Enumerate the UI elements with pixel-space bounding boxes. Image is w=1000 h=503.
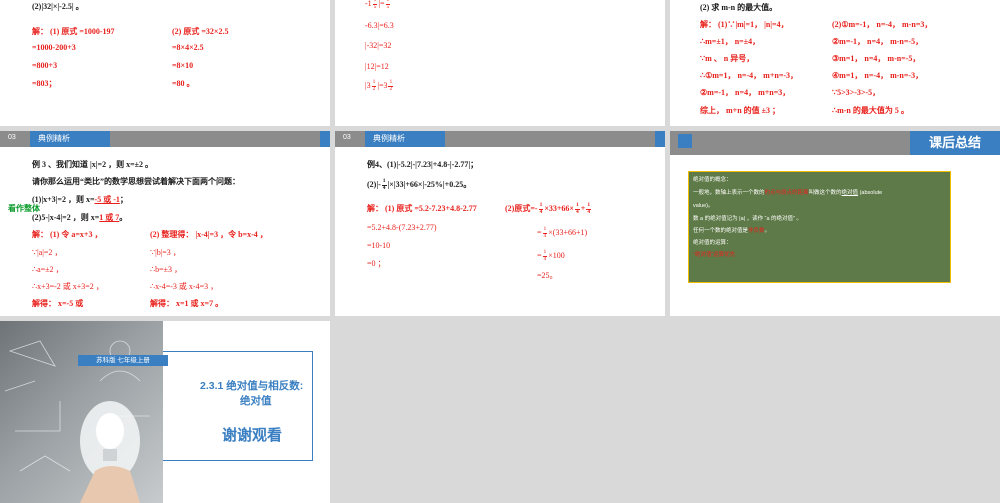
solution-line: = 1 4 ×100: [537, 249, 565, 262]
slide-3[interactable]: (2) 求 m-n 的最大值。 解： (1)∵|m|=1， |n|=4， ∴m=…: [670, 0, 1000, 126]
solution-line: 解： (1) 令 a=x+3 ，: [32, 230, 103, 239]
solution-line: ∵|a|=2 ，: [32, 248, 63, 257]
solution-line: 解： (1) 原式 =1000-197: [32, 27, 115, 36]
solution-line: =8×4×2.5: [172, 43, 204, 52]
solution-line: ∴m=±1， n=±4，: [700, 37, 761, 46]
slide-4[interactable]: 03 典例精析 例 3 、我们知道 |x|=2 ，则 x=±2 。 请你那么运用…: [0, 131, 330, 316]
solution-line: ∴a=±2 ，: [32, 265, 64, 274]
solution-line: =25。: [537, 271, 558, 280]
solution-line: =10-10: [367, 241, 391, 250]
solution-line: (2)原式=- 1 4 ×33+66× 1 4 +1 4: [505, 202, 592, 215]
solution-line: =800+3: [32, 61, 58, 70]
solution-line: ②m=-1， n=4， m+n=3，: [700, 88, 791, 97]
abs-line: -6.3|=6.3: [365, 21, 394, 30]
fraction-line: |3 1 2 |=3 1 2: [365, 79, 394, 92]
question-text: (2)|32|×|-2.5| 。: [32, 2, 84, 11]
summary-line: 数 a 的绝对值记为 |a| ，读作 “a 的绝对值” 。: [693, 216, 802, 222]
solution-line: (2)①m=-1， n=-4， m-n=3，: [832, 20, 933, 29]
lesson-subtitle: 绝对值: [240, 395, 272, 407]
solution-line: ③m=1， n=4， m-n=-5，: [832, 54, 921, 63]
example-text: (2)|- 1 4 |×|33|+66×|-25%|+0.25。: [367, 178, 472, 191]
solution-line: 解得： x=-5 或: [32, 299, 84, 308]
chalkboard-image: [0, 321, 163, 503]
example-text: 请你那么运用“类比”的数学思想尝试着解决下面两个问题：: [32, 177, 240, 186]
abs-line: |-32|=32: [365, 41, 392, 50]
formula-doodles: [4, 340, 150, 503]
solution-line: =8×10: [172, 61, 194, 70]
summary-line: 绝对值的概念：: [693, 177, 732, 183]
solution-line: =5.2+4.8-(7.23+2.77): [367, 223, 437, 232]
solution-line: (2) 原式 =32×2.5: [172, 27, 229, 36]
summary-line: 一般地，数轴上表示一个数的的点与原点的距离叫做这个数的绝对值 (absolute: [693, 190, 883, 196]
solution-line: ②m=-1， n=4， m-n=-5，: [832, 37, 924, 46]
thanks-text: 谢谢观看: [222, 427, 283, 444]
summary-line: “绝对值”运算优先: [693, 252, 736, 258]
solution-line: 解： (1) 原式 =5.2-7.23+4.8-2.77: [367, 204, 477, 213]
slide-6[interactable]: 课后总结 绝对值的概念： 一般地，数轴上表示一个数的的点与原点的距离叫做这个数的…: [670, 131, 1000, 316]
abs-line: |12|=12: [365, 62, 389, 71]
slide-header: 03 典例精析: [335, 131, 665, 147]
summary-box: 绝对值的概念： 一般地，数轴上表示一个数的的点与原点的距离叫做这个数的绝对值 (…: [688, 171, 951, 283]
publisher-label: 苏科版 七年级上册: [78, 355, 168, 366]
slide-header: 03 典例精析: [0, 131, 330, 147]
solution-line: ∵|b|=3 ，: [150, 248, 181, 257]
solution-line: =0 ；: [367, 259, 386, 268]
solution-line: =80 。: [172, 79, 195, 88]
lesson-title: 2.3.1 绝对值与相反数:: [200, 380, 304, 392]
example-text: 例 3 、我们知道 |x|=2 ，则 x=±2 。: [32, 160, 154, 169]
solution-line: ∴b=±3 ，: [150, 265, 182, 274]
section-number: 03: [8, 134, 16, 141]
solution-line: (2) 整理得： |x-4|=3 ，令 b=x-4 ，: [150, 230, 268, 239]
solution-line: = 1 4 ×(33+66+1): [537, 226, 588, 239]
solution-line: ∴x+3=-2 或 x+3=2 ，: [32, 282, 104, 291]
section-tag: 典例精析: [365, 131, 445, 147]
section-number: 03: [343, 134, 351, 141]
solution-line: 综上， m+n 的值 ±3 ；: [700, 106, 781, 115]
summary-line: 任何一个数的绝对值是非负数。: [693, 228, 771, 234]
solution-line: ∴①m=1， n=-4， m+n=-3，: [700, 71, 799, 80]
header-corner: [320, 131, 330, 147]
solution-line: 解： (1)∵|m|=1， |n|=4，: [700, 20, 789, 29]
solution-line: =1000-200+3: [32, 43, 76, 52]
problem-1: (1)|x+3|=2 ，则 x=-5 或 -1；: [32, 195, 128, 204]
question-text: (2) 求 m-n 的最大值。: [700, 3, 778, 12]
solution-line: =803；: [32, 79, 57, 88]
solution-line: ∵5>3>-3>-5，: [832, 88, 881, 97]
summary-line: 绝对值的运算：: [693, 240, 732, 246]
example-text: 例4、(1)|-5.2|-|7.23|+4.8-|-2.77|；: [367, 160, 479, 169]
hand-shape: [80, 466, 140, 503]
solution-line: ∵m 、 n 异号，: [700, 54, 755, 63]
header-corner: [655, 131, 665, 147]
slide-1[interactable]: (2)|32|×|-2.5| 。 解： (1) 原式 =1000-197 =10…: [0, 0, 330, 126]
solution-line: ∴m-n 的最大值为 5 。: [832, 106, 909, 115]
problem-2: (2)5-|x-4|=2 ，则 x=1 或 7。: [32, 213, 128, 222]
summary-title: 课后总结: [910, 131, 1000, 155]
solution-line: ④m=1， n=-4， m-n=-3，: [832, 71, 924, 80]
summary-line: value)。: [693, 203, 714, 209]
solution-line: ∴x-4=-3 或 x-4=3 ，: [150, 282, 219, 291]
section-tag: 典例精析: [30, 131, 110, 147]
slide-7[interactable]: 苏科版 七年级上册 2.3.1 绝对值与相反数: 绝对值 谢谢观看: [0, 321, 330, 503]
fraction-line: -1 1 5 |= 1 5: [365, 0, 391, 10]
header-square: [678, 134, 692, 148]
slide-2[interactable]: -1 1 5 |= 1 5 -6.3|=6.3 |-32|=32 |12|=12 |3 1 2…: [335, 0, 665, 126]
slide-5[interactable]: 03 典例精析 例4、(1)|-5.2|-|7.23|+4.8-|-2.77|；…: [335, 131, 665, 316]
solution-line: 解得： x=1 或 x=7 。: [150, 299, 224, 308]
